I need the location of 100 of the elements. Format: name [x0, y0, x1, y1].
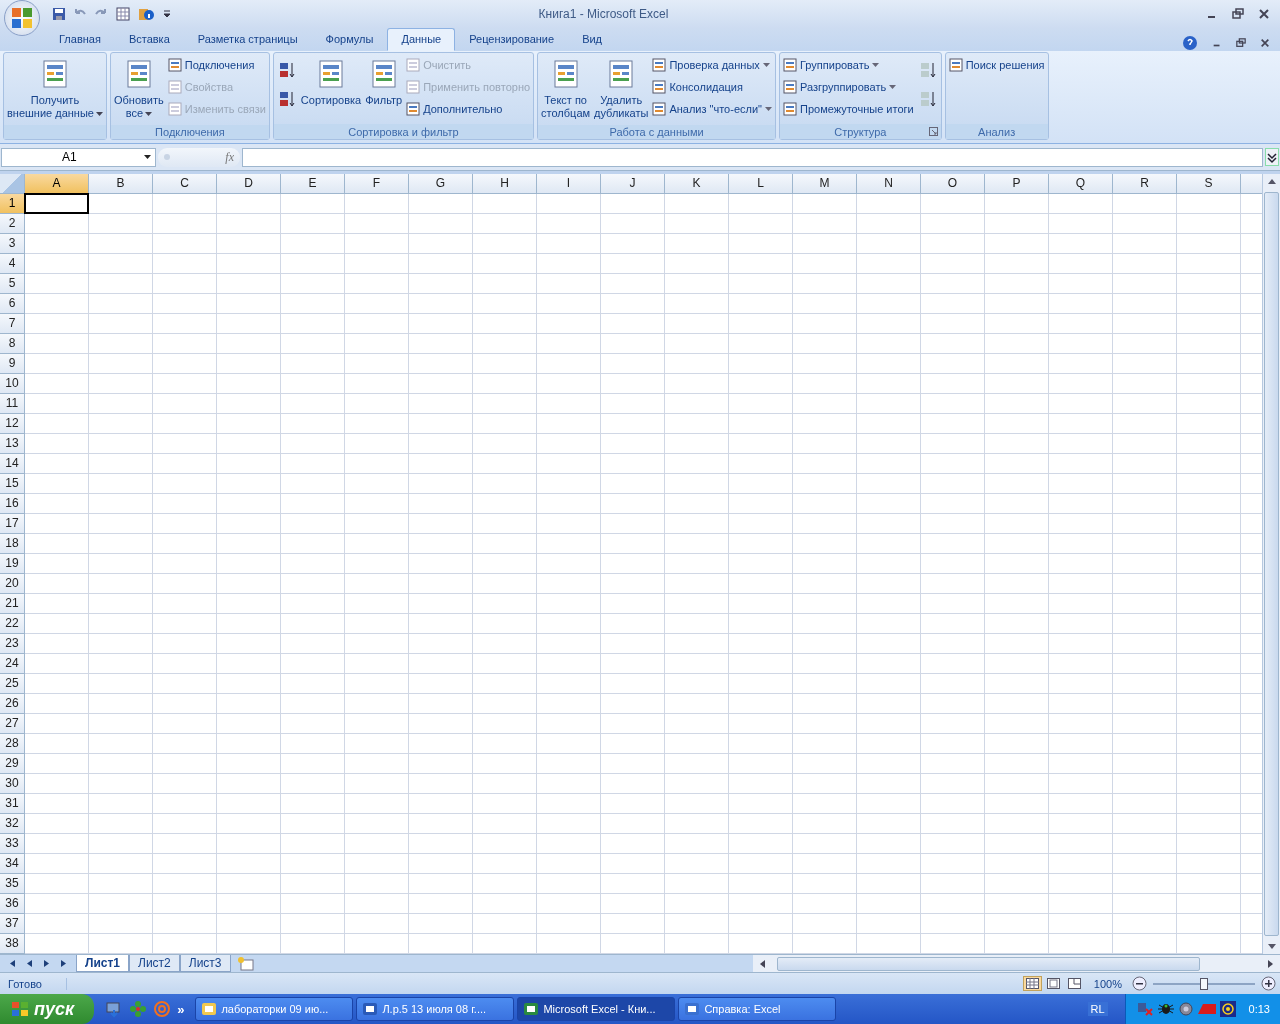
column-header[interactable]: K: [665, 173, 729, 194]
column-header[interactable]: N: [857, 173, 921, 194]
ribbon-button[interactable]: Анализ "что-если": [651, 99, 773, 120]
language-indicator[interactable]: RL: [1087, 1002, 1108, 1016]
ribbon-tab[interactable]: Вставка: [114, 28, 184, 52]
row-header[interactable]: 23: [0, 633, 25, 654]
row-header[interactable]: 29: [0, 753, 25, 774]
bug-icon[interactable]: [1156, 1001, 1175, 1017]
ribbon-tab[interactable]: Рецензирование: [455, 28, 569, 52]
sort-icon[interactable]: [277, 90, 296, 109]
ribbon-button[interactable]: Группировать: [782, 55, 915, 76]
ribbon-tab[interactable]: Данные: [387, 28, 456, 52]
zoom-in-icon[interactable]: [1261, 976, 1276, 992]
row-header[interactable]: 18: [0, 533, 25, 554]
row-header[interactable]: 30: [0, 773, 25, 794]
row-header[interactable]: 16: [0, 493, 25, 514]
column-header[interactable]: H: [473, 173, 537, 194]
row-header[interactable]: 15: [0, 473, 25, 494]
taskbar-button[interactable]: Л.р.5 13 июля 08 г....: [356, 997, 515, 1021]
sheet-tab[interactable]: Лист1: [76, 954, 130, 973]
zoom-slider-thumb[interactable]: [1200, 977, 1208, 990]
table-icon[interactable]: [115, 6, 131, 22]
column-header[interactable]: P: [985, 173, 1049, 194]
ribbon-button[interactable]: Промежуточные итоги: [782, 99, 915, 120]
row-header[interactable]: 38: [0, 933, 25, 954]
row-header[interactable]: 19: [0, 553, 25, 574]
speaker-icon[interactable]: [1177, 1001, 1194, 1017]
row-header[interactable]: 13: [0, 433, 25, 454]
horizontal-scrollbar[interactable]: [752, 954, 1280, 973]
ribbon-button[interactable]: Поиск решения: [947, 55, 1046, 76]
row-header[interactable]: 22: [0, 613, 25, 634]
ribbon-button[interactable]: Получить внешние данные: [6, 55, 104, 124]
row-header[interactable]: 12: [0, 413, 25, 434]
column-header[interactable]: G: [409, 173, 473, 194]
dialog-launcher-icon[interactable]: [928, 127, 938, 137]
ribbon-button[interactable]: Обновить все: [112, 55, 165, 124]
ribbon-button[interactable]: Сортировка: [299, 55, 363, 111]
row-header[interactable]: 7: [0, 313, 25, 334]
row-header[interactable]: 28: [0, 733, 25, 754]
row-header[interactable]: 33: [0, 833, 25, 854]
row-header[interactable]: 10: [0, 373, 25, 394]
row-header[interactable]: 26: [0, 693, 25, 714]
column-header[interactable]: C: [153, 173, 217, 194]
row-header[interactable]: 20: [0, 573, 25, 594]
restore-icon[interactable]: [1232, 8, 1244, 20]
column-header[interactable]: B: [89, 173, 153, 194]
save-icon[interactable]: [52, 7, 66, 21]
row-header[interactable]: 21: [0, 593, 25, 614]
row-header[interactable]: 5: [0, 273, 25, 294]
row-header[interactable]: 3: [0, 233, 25, 254]
sort-icon[interactable]: [277, 61, 296, 80]
row-header[interactable]: 6: [0, 293, 25, 314]
ribbon-button[interactable]: Консолидация: [651, 77, 773, 98]
sheet-tab[interactable]: Лист3: [179, 954, 231, 973]
taskbar-button[interactable]: Справка: Excel: [678, 997, 837, 1021]
close-icon[interactable]: [1260, 38, 1270, 49]
row-header[interactable]: 8: [0, 333, 25, 354]
row-header[interactable]: 25: [0, 673, 25, 694]
column-header[interactable]: O: [921, 173, 985, 194]
ribbon-tab[interactable]: Разметка страницы: [183, 28, 312, 52]
column-header[interactable]: J: [601, 173, 665, 194]
column-header[interactable]: M: [793, 173, 857, 194]
help-icon[interactable]: [1182, 35, 1198, 52]
ribbon-button[interactable]: Фильтр: [364, 55, 404, 111]
scroll-thumb[interactable]: [776, 956, 1200, 971]
row-header[interactable]: 2: [0, 213, 25, 234]
formula-input[interactable]: [242, 147, 1263, 167]
start-button[interactable]: пуск: [0, 994, 95, 1024]
column-header[interactable]: F: [345, 173, 409, 194]
vertical-scrollbar[interactable]: [1262, 173, 1280, 954]
close-icon[interactable]: [1258, 8, 1270, 20]
row-header[interactable]: 31: [0, 793, 25, 814]
column-header[interactable]: Q: [1049, 173, 1113, 194]
taskbar-button[interactable]: Microsoft Excel - Кни...: [517, 997, 676, 1021]
scroll-thumb[interactable]: [1264, 191, 1279, 936]
column-header[interactable]: L: [729, 173, 793, 194]
cell-grid[interactable]: [25, 193, 1262, 954]
row-header[interactable]: 4: [0, 253, 25, 274]
more-button[interactable]: »: [177, 1001, 185, 1017]
row-header[interactable]: 37: [0, 913, 25, 934]
caret-icon[interactable]: [144, 154, 151, 160]
zoom-level[interactable]: 100%: [1089, 977, 1126, 990]
name-box[interactable]: A1: [1, 147, 156, 167]
column-header[interactable]: D: [217, 173, 281, 194]
row-header[interactable]: 24: [0, 653, 25, 674]
column-header[interactable]: S: [1177, 173, 1241, 194]
row-header[interactable]: 17: [0, 513, 25, 534]
view-button[interactable]: [1022, 976, 1042, 992]
sheet-tab[interactable]: Лист2: [129, 954, 180, 973]
row-header[interactable]: 36: [0, 893, 25, 914]
row-header[interactable]: 11: [0, 393, 25, 414]
ribbon-button[interactable]: Текст по столбцам: [540, 55, 592, 124]
row-header[interactable]: 9: [0, 353, 25, 374]
taskbar-button[interactable]: лабораторки 09 ию...: [195, 997, 354, 1021]
zoom-out-icon[interactable]: [1132, 976, 1147, 992]
active-cell[interactable]: [24, 192, 89, 214]
ribbon-button[interactable]: Разгруппировать: [782, 77, 915, 98]
row-header[interactable]: 32: [0, 813, 25, 834]
insert-function-button[interactable]: fx: [223, 149, 236, 165]
row-header[interactable]: 35: [0, 873, 25, 894]
